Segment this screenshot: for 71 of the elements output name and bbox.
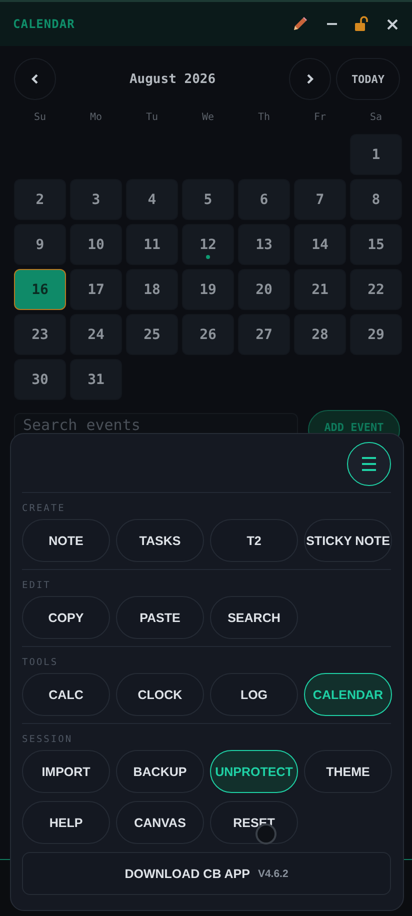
day-cell[interactable]: 22 bbox=[350, 269, 402, 310]
menu-item-button[interactable]: PASTE bbox=[116, 596, 204, 639]
day-cell[interactable]: 23 bbox=[14, 314, 66, 355]
menu-item-button[interactable]: COPY bbox=[22, 596, 110, 639]
day-cell[interactable]: 29 bbox=[350, 314, 402, 355]
menu-item-button[interactable]: CANVAS bbox=[116, 801, 204, 844]
section-label: SESSION bbox=[22, 734, 74, 745]
day-cell[interactable]: 5 bbox=[182, 179, 234, 220]
day-cell[interactable]: 8 bbox=[350, 179, 402, 220]
chevron-right-icon bbox=[306, 74, 314, 84]
day-cell[interactable]: 9 bbox=[14, 224, 66, 265]
day-cell[interactable]: 28 bbox=[294, 314, 346, 355]
menu-item-button[interactable]: STICKY NOTE bbox=[304, 519, 392, 562]
download-app-button[interactable]: DOWNLOAD CB APP V4.6.2 bbox=[22, 852, 391, 895]
menu-item-button[interactable]: T2 bbox=[210, 519, 298, 562]
weekday-label: Th bbox=[256, 112, 272, 125]
menu-item-button[interactable]: TASKS bbox=[116, 519, 204, 562]
version-label: V4.6.2 bbox=[258, 868, 288, 880]
day-cell[interactable]: 2 bbox=[14, 179, 66, 220]
section-label: EDIT bbox=[22, 580, 52, 591]
day-cell[interactable]: 31 bbox=[70, 359, 122, 400]
menu-item-button[interactable]: CALENDAR bbox=[304, 673, 392, 716]
day-cell[interactable]: 30 bbox=[14, 359, 66, 400]
month-title: August 2026 bbox=[128, 72, 217, 86]
day-cell[interactable]: 11 bbox=[126, 224, 178, 265]
day-cell[interactable]: 16 bbox=[14, 269, 66, 310]
day-cell[interactable]: 3 bbox=[70, 179, 122, 220]
weekday-label: Sa bbox=[368, 112, 384, 125]
menu-item-button[interactable]: UNPROTECT bbox=[210, 750, 298, 793]
day-cell[interactable]: 26 bbox=[182, 314, 234, 355]
menu-item-button[interactable]: CLOCK bbox=[116, 673, 204, 716]
menu-button[interactable] bbox=[347, 442, 391, 486]
today-button[interactable]: TODAY bbox=[336, 58, 400, 100]
menu-item-button[interactable]: LOG bbox=[210, 673, 298, 716]
window-title: CALENDAR bbox=[13, 17, 75, 31]
day-cell[interactable]: 18 bbox=[126, 269, 178, 310]
weekday-label: Su bbox=[32, 112, 48, 125]
weekday-label: Tu bbox=[144, 112, 160, 125]
chevron-left-icon bbox=[31, 74, 39, 84]
day-cell[interactable]: 14 bbox=[294, 224, 346, 265]
pencil-icon[interactable] bbox=[291, 15, 309, 33]
day-cell[interactable]: 15 bbox=[350, 224, 402, 265]
menu-item-button[interactable]: IMPORT bbox=[22, 750, 110, 793]
day-cell[interactable]: 25 bbox=[126, 314, 178, 355]
day-cell[interactable]: 24 bbox=[70, 314, 122, 355]
section-label: CREATE bbox=[22, 503, 66, 514]
day-cell[interactable]: 21 bbox=[294, 269, 346, 310]
menu-item-button[interactable]: THEME bbox=[304, 750, 392, 793]
weekday-label: Mo bbox=[88, 112, 104, 125]
menu-item-button[interactable]: SEARCH bbox=[210, 596, 298, 639]
day-cell[interactable]: 1 bbox=[350, 134, 402, 175]
weekday-label: We bbox=[200, 112, 216, 125]
menu-icon bbox=[361, 457, 377, 471]
menu-item-button[interactable]: BACKUP bbox=[116, 750, 204, 793]
day-cell[interactable]: 7 bbox=[294, 179, 346, 220]
day-cell[interactable]: 6 bbox=[238, 179, 290, 220]
day-cell[interactable]: 13 bbox=[238, 224, 290, 265]
day-cell[interactable]: 20 bbox=[238, 269, 290, 310]
day-cell[interactable]: 12 bbox=[182, 224, 234, 265]
unlocked-lock-icon[interactable] bbox=[355, 16, 369, 32]
day-cell[interactable]: 19 bbox=[182, 269, 234, 310]
menu-item-button[interactable]: HELP bbox=[22, 801, 110, 844]
day-cell[interactable]: 4 bbox=[126, 179, 178, 220]
day-cell[interactable]: 10 bbox=[70, 224, 122, 265]
section-label: TOOLS bbox=[22, 657, 60, 668]
menu-item-button[interactable]: NOTE bbox=[22, 519, 110, 562]
menu-item-button[interactable]: CALC bbox=[22, 673, 110, 716]
day-cell[interactable]: 17 bbox=[70, 269, 122, 310]
day-cell[interactable]: 27 bbox=[238, 314, 290, 355]
weekday-label: Fr bbox=[312, 112, 328, 125]
close-icon[interactable] bbox=[387, 18, 398, 30]
